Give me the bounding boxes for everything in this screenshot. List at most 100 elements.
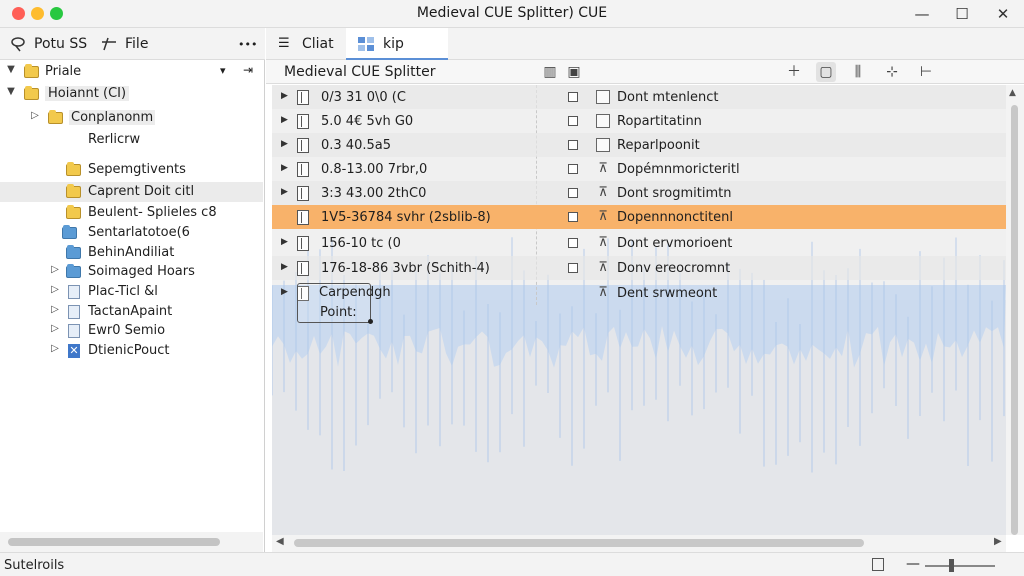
tree-item[interactable]: Beulent- Splieles c8 [0, 203, 263, 223]
split-marker-icon: ⊼ [598, 285, 608, 300]
table-row[interactable]: ▶ 156-10 tc (0 ⊼ Dont ervmorioent [272, 231, 1006, 255]
minimize-button[interactable]: — [907, 2, 937, 26]
lasso-icon [10, 36, 28, 56]
scrollbar-thumb[interactable] [294, 539, 864, 547]
columns-icon[interactable]: ▥ [540, 62, 560, 82]
drag-handle[interactable] [368, 319, 373, 324]
wand-icon [100, 36, 118, 56]
left-horizontal-scrollbar[interactable] [0, 532, 263, 552]
table-row[interactable]: ▶ 176-18-86 3vbr (Schith-4) ⊼ Donv ereoc… [272, 256, 1006, 280]
track-icon [297, 90, 309, 105]
track-checkbox[interactable] [568, 140, 578, 150]
tree-item[interactable]: ▷ TactanApaint [0, 302, 263, 322]
folder-icon [66, 264, 81, 278]
scrollbar-thumb[interactable] [8, 538, 220, 546]
scroll-up-icon[interactable]: ▲ [1009, 88, 1016, 98]
track-checkbox[interactable] [568, 92, 578, 102]
track-checkbox[interactable] [568, 263, 578, 273]
track-checkbox[interactable] [568, 188, 578, 198]
split-marker-icon: ⊼ [598, 161, 608, 176]
track-description: Dont mtenlenct [617, 90, 719, 105]
split-marker-icon: ⊼ [598, 185, 608, 200]
more-options-icon[interactable]: ••• [238, 38, 257, 51]
scroll-right-icon[interactable]: ▶ [994, 536, 1002, 547]
chevron-right-icon[interactable]: ▷ [50, 264, 60, 275]
track-checkbox[interactable] [568, 238, 578, 248]
tree-item-label: Beulent- Splieles c8 [88, 205, 217, 220]
tree-item[interactable]: ▷ ✕ DtienicPouct [0, 341, 263, 361]
status-icon [596, 114, 610, 128]
tab-file[interactable]: File [125, 36, 148, 52]
frame-icon[interactable]: ▢ [816, 62, 836, 82]
table-row[interactable]: ▶ 5.0 4€ 5vh G0 Ropartitatinn [272, 109, 1006, 133]
chevron-right-icon[interactable]: ▷ [50, 343, 60, 354]
tree-item[interactable]: ▷ Ewr0 Semio [0, 321, 263, 341]
tree-item[interactable]: ▷ Soimaged Hoars [0, 262, 263, 282]
table-row[interactable]: ▶ 0/3 31 0\0 (C Dont mtenlenct [272, 85, 1006, 109]
image-icon[interactable]: ▣ [564, 62, 584, 82]
table-row[interactable]: ▶ 0.8-13.00 7rbr,0 ⊼ Dopémnmoricteritl [272, 157, 1006, 181]
zoom-slider[interactable] [925, 565, 995, 567]
tree-item[interactable]: Rerlicrw [0, 130, 263, 150]
chevron-right-icon[interactable]: ▷ [50, 304, 60, 315]
expand-icon[interactable]: ▶ [281, 287, 288, 297]
expand-icon[interactable]: ▶ [281, 262, 288, 272]
expand-icon[interactable]: ▶ [281, 115, 288, 125]
tab-potu[interactable]: Potu SS [34, 36, 87, 52]
document-icon [68, 285, 80, 299]
view-icon[interactable] [872, 558, 884, 571]
expand-icon[interactable]: ▶ [281, 237, 288, 247]
expand-icon[interactable]: ▶ [281, 187, 288, 197]
table-row-selected[interactable]: 1V5-36784 svhr (2sblib-8) ⊼ Dopennnoncti… [272, 205, 1006, 229]
tree-item[interactable]: ▼ Priale ▾ ⇥ [0, 62, 263, 82]
tree-item[interactable]: ▼ Hoiannt (CI) [0, 84, 263, 104]
chevron-down-icon[interactable]: ▼ [6, 64, 16, 75]
status-icon [596, 138, 610, 152]
expand-icon[interactable]: ▶ [281, 91, 288, 101]
trim-icon[interactable]: ⊢ [916, 62, 936, 82]
track-checkbox[interactable] [568, 164, 578, 174]
add-icon[interactable]: ＋ [784, 62, 804, 82]
zoom-out-icon[interactable]: — [906, 556, 920, 572]
table-row[interactable]: ▶ 3:3 43.00 2thC0 ⊼ Dont srogmitimtn [272, 181, 1006, 205]
vertical-scrollbar[interactable]: ▲ [1006, 85, 1024, 535]
grid-icon [358, 37, 374, 51]
callout-label: Point: [320, 305, 357, 320]
split-marker-icon: ⊼ [598, 235, 608, 250]
marker-icon[interactable]: ⊹ [882, 62, 902, 82]
close-button[interactable]: ✕ [988, 2, 1018, 26]
tree-item[interactable]: ▷ Conplanonm [0, 108, 263, 128]
tree-item[interactable]: BehinAndiliat [0, 243, 263, 263]
split-icon[interactable]: ⫼ [848, 62, 868, 82]
expand-icon[interactable]: ⇥ [243, 63, 253, 77]
expand-icon[interactable]: ▶ [281, 163, 288, 173]
tab-kip[interactable]: kip [346, 28, 448, 60]
chevron-right-icon[interactable]: ▷ [30, 110, 40, 121]
zoom-slider-knob[interactable] [949, 559, 954, 572]
chevron-right-icon[interactable]: ▷ [50, 284, 60, 295]
table-row[interactable]: ▶ 0.3 40.5a5 Reparlpoonit [272, 133, 1006, 157]
maximize-button[interactable]: ☐ [947, 2, 977, 26]
track-checkbox[interactable] [568, 116, 578, 126]
scroll-left-icon[interactable]: ◀ [276, 536, 284, 547]
window-title: Medieval CUE Splitter) CUE [416, 5, 608, 21]
tree-item[interactable]: Caprent Doit citl [0, 182, 263, 202]
chevron-right-icon[interactable]: ▷ [50, 323, 60, 334]
track-time: 0.8-13.00 7rbr,0 [321, 162, 428, 177]
expand-icon[interactable]: ▶ [281, 139, 288, 149]
chevron-down-icon[interactable]: ▼ [6, 86, 16, 97]
tree-item[interactable]: ▷ Plac-Ticl &l [0, 282, 263, 302]
scrollbar-thumb[interactable] [1011, 105, 1018, 535]
folder-icon [24, 86, 39, 100]
track-description: Reparlpoonit [617, 138, 700, 153]
tree-item[interactable]: Sepemgtivents [0, 160, 263, 180]
tree-item[interactable]: Sentarlatotoe(6 [0, 223, 263, 243]
horizontal-scrollbar[interactable]: ◀ ▶ [272, 535, 1006, 552]
pin-icon[interactable]: ▾ [220, 64, 226, 77]
tab-cliat[interactable]: ☰ Cliat [266, 28, 346, 60]
folder-icon [66, 245, 81, 259]
track-icon [297, 114, 309, 129]
track-icon [297, 138, 309, 153]
track-checkbox[interactable] [568, 212, 578, 222]
tree-item-label: Sentarlatotoe(6 [88, 225, 190, 240]
